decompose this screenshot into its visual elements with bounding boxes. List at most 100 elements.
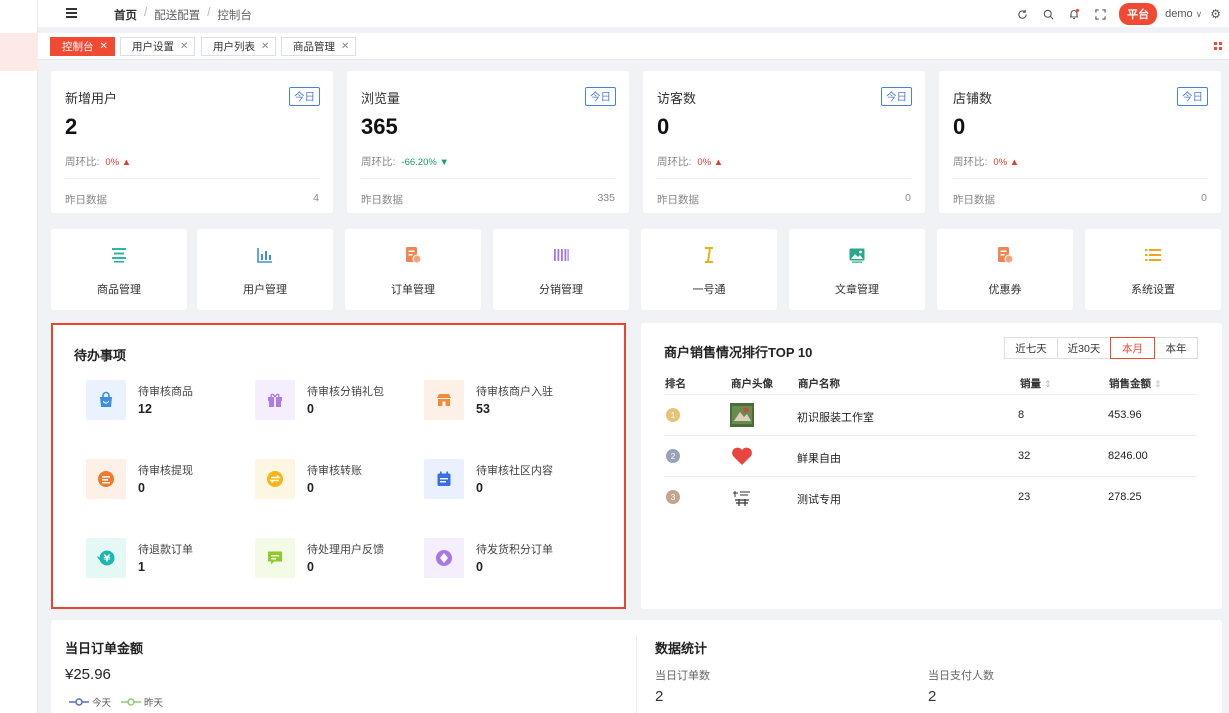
range-7-days[interactable]: 近七天 bbox=[1004, 337, 1058, 359]
breadcrumb-item[interactable]: 配送配置 bbox=[154, 7, 200, 23]
range-30-days[interactable]: 近30天 bbox=[1057, 337, 1111, 359]
tab-dashboard[interactable]: 控制台 ✕ bbox=[50, 37, 115, 56]
ratio-label: 周环比: bbox=[953, 156, 988, 168]
column-header-amount[interactable]: 销售金额 ⇕ bbox=[1109, 376, 1162, 391]
yesterday-value: 0 bbox=[905, 192, 911, 204]
stat-value: 0 bbox=[953, 114, 966, 139]
close-icon[interactable]: ✕ bbox=[100, 41, 108, 52]
merchant-amount: 8246.00 bbox=[1108, 450, 1148, 462]
order-amount-title: 当日订单金额 bbox=[65, 641, 144, 656]
todo-value: 1 bbox=[138, 560, 145, 574]
rank-badge: 2 bbox=[666, 449, 680, 463]
legend-line-icon bbox=[69, 698, 89, 706]
sidebar-active-item[interactable] bbox=[0, 33, 38, 71]
todo-item-pending-withdrawals[interactable]: 待审核提现 0 bbox=[86, 459, 246, 503]
tab-label: 用户列表 bbox=[213, 41, 255, 53]
quick-nav-label: 分销管理 bbox=[539, 284, 583, 296]
tab-label: 控制台 bbox=[62, 41, 94, 53]
ratio-value: -66.20% ▼ bbox=[401, 157, 449, 168]
divider bbox=[361, 178, 615, 179]
tab-user-settings[interactable]: 用户设置 ✕ bbox=[120, 37, 196, 56]
column-header-sales[interactable]: 销量 ⇕ bbox=[1020, 376, 1052, 391]
divider bbox=[953, 178, 1207, 179]
quick-nav-distribution[interactable]: 分销管理 bbox=[493, 229, 629, 310]
quick-nav-articles[interactable]: 文章管理 bbox=[789, 229, 925, 310]
todo-item-pending-products[interactable]: 待审核商品 12 bbox=[86, 380, 246, 424]
quick-nav-label: 订单管理 bbox=[391, 284, 435, 296]
fullscreen-icon[interactable] bbox=[1087, 4, 1113, 24]
quick-nav-one-pass[interactable]: 一号通 bbox=[641, 229, 777, 310]
range-this-month[interactable]: 本月 bbox=[1110, 337, 1155, 359]
week-ratio: 周环比: 0% ▲ bbox=[65, 154, 131, 169]
quick-nav-system-settings[interactable]: 系统设置 bbox=[1085, 229, 1221, 310]
close-icon[interactable]: ✕ bbox=[341, 41, 349, 52]
yesterday-value: 0 bbox=[1201, 192, 1207, 204]
stat-title: 新增用户 bbox=[65, 91, 118, 106]
range-this-year[interactable]: 本年 bbox=[1154, 337, 1198, 359]
refresh-icon[interactable] bbox=[1009, 4, 1035, 24]
quick-nav-orders[interactable]: 订单管理 bbox=[345, 229, 481, 310]
order-doc-icon bbox=[406, 247, 422, 264]
tab-product-management[interactable]: 商品管理 ✕ bbox=[281, 37, 357, 56]
tab-label: 商品管理 bbox=[293, 41, 335, 53]
tab-user-list[interactable]: 用户列表 ✕ bbox=[201, 37, 277, 56]
todo-item-pending-community[interactable]: 待审核社区内容 0 bbox=[424, 459, 584, 503]
legend-line-icon bbox=[121, 698, 142, 706]
stat-card-page-views: 浏览量 今日 365 周环比: -66.20% ▼ 昨日数据 335 bbox=[347, 71, 629, 213]
yesterday-value: 335 bbox=[597, 192, 615, 204]
table-row: 3 测试专用 23 278.25 bbox=[664, 476, 1197, 517]
calendar-icon bbox=[424, 459, 464, 499]
todo-value: 0 bbox=[307, 560, 314, 574]
quick-nav-label: 系统设置 bbox=[1131, 284, 1175, 296]
chevron-down-icon[interactable]: ∨ bbox=[1196, 9, 1203, 20]
hamburger-menu-icon[interactable] bbox=[66, 8, 77, 18]
today-badge: 今日 bbox=[585, 87, 616, 106]
gear-icon[interactable]: ⚙ bbox=[1210, 7, 1221, 21]
close-icon[interactable]: ✕ bbox=[180, 41, 188, 52]
ratio-value: 0% ▲ bbox=[993, 157, 1020, 168]
todo-item-pending-merchant-entry[interactable]: 待审核商户入驻 53 bbox=[424, 380, 584, 424]
platform-button[interactable]: 平台 bbox=[1119, 3, 1158, 25]
stat-title: 浏览量 bbox=[361, 91, 401, 106]
todo-label: 待审核分销礼包 bbox=[307, 386, 384, 398]
heart-icon bbox=[732, 447, 752, 465]
user-name[interactable]: demo bbox=[1165, 8, 1193, 20]
grid-menu-icon[interactable] bbox=[1214, 42, 1222, 50]
todo-item-pending-refunds[interactable]: ¥ 待退款订单 1 bbox=[86, 538, 246, 582]
bell-notification-icon[interactable] bbox=[1061, 4, 1087, 24]
panel-title: 待办事项 bbox=[74, 348, 127, 363]
daily-stats-panel: 当日订单金额 ¥25.96 今天 昨天 数据统计 当日订单数 2 当日支付人数 … bbox=[51, 620, 1222, 713]
todo-label: 待发货积分订单 bbox=[476, 544, 553, 556]
close-icon[interactable]: ✕ bbox=[261, 41, 269, 52]
legend-yesterday[interactable]: 昨天 bbox=[121, 695, 163, 709]
data-stats-title: 数据统计 bbox=[655, 641, 708, 656]
yesterday-value: 4 bbox=[313, 192, 319, 204]
todo-item-pending-points-orders[interactable]: 待发货积分订单 0 bbox=[424, 538, 584, 582]
stat-card-visitors: 访客数 今日 0 周环比: 0% ▲ 昨日数据 0 bbox=[643, 71, 925, 213]
todo-value: 0 bbox=[307, 481, 314, 495]
todo-label: 待审核商品 bbox=[138, 386, 193, 398]
todo-item-pending-feedback[interactable]: 待处理用户反馈 0 bbox=[255, 538, 415, 582]
store-icon bbox=[424, 380, 464, 420]
bar-chart-icon bbox=[257, 248, 272, 263]
todo-item-pending-transfers[interactable]: 待审核转账 0 bbox=[255, 459, 415, 503]
withdraw-icon bbox=[86, 459, 126, 499]
stat-value: 2 bbox=[65, 114, 78, 139]
todo-label: 待审核社区内容 bbox=[476, 465, 553, 477]
stat-card-stores: 店铺数 今日 0 周环比: 0% ▲ 昨日数据 0 bbox=[939, 71, 1221, 213]
quick-nav-products[interactable]: 商品管理 bbox=[51, 229, 187, 310]
photo-avatar-icon bbox=[730, 403, 754, 427]
column-header-rank: 排名 bbox=[665, 378, 686, 390]
merchant-name: 鲜果自由 bbox=[797, 453, 841, 465]
quick-nav-label: 用户管理 bbox=[243, 284, 287, 296]
todo-label: 待审核商户入驻 bbox=[476, 386, 553, 398]
search-icon[interactable] bbox=[1035, 4, 1061, 24]
breadcrumb-home[interactable]: 首页 bbox=[114, 7, 137, 23]
merchant-amount: 453.96 bbox=[1108, 409, 1142, 421]
todo-value: 12 bbox=[138, 402, 152, 416]
todo-item-pending-gift-packs[interactable]: 待审核分销礼包 0 bbox=[255, 380, 415, 424]
order-amount-value: ¥25.96 bbox=[65, 666, 111, 683]
quick-nav-users[interactable]: 用户管理 bbox=[197, 229, 333, 310]
legend-today[interactable]: 今天 bbox=[69, 695, 111, 709]
quick-nav-coupons[interactable]: 优惠券 bbox=[937, 229, 1073, 310]
